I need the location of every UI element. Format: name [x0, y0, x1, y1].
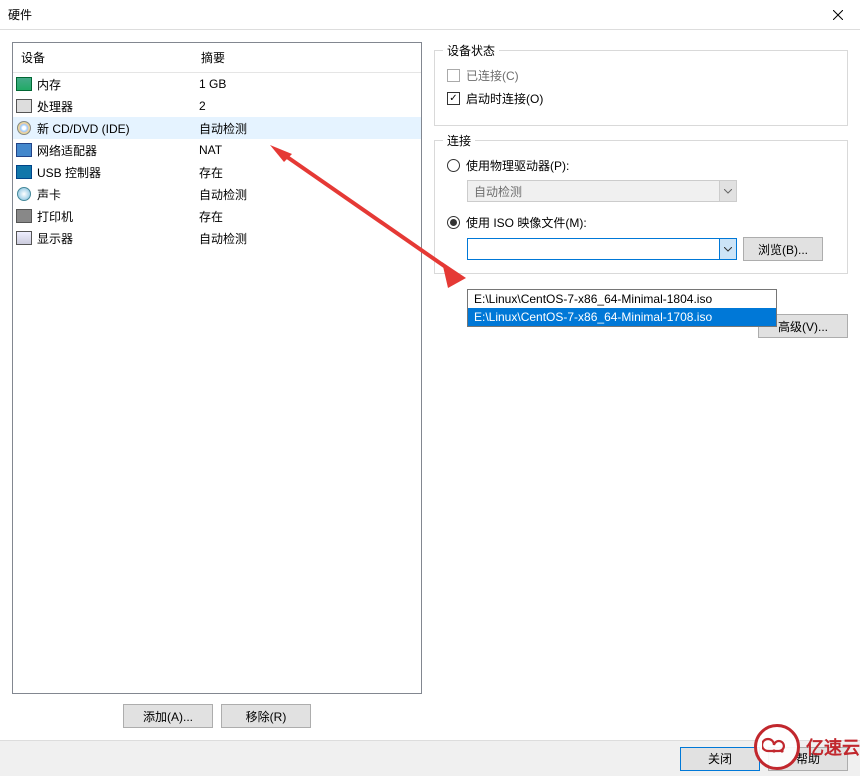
connect-poweron-checkbox-row[interactable]: ✓ 启动时连接(O) — [447, 90, 835, 107]
printer-icon — [16, 209, 32, 223]
titlebar: 硬件 — [0, 0, 860, 30]
memory-icon — [16, 77, 32, 91]
device-status-title: 设备状态 — [443, 42, 499, 59]
network-icon — [16, 143, 32, 157]
device-row-network[interactable]: 网络适配器 NAT — [13, 139, 421, 161]
device-row-usb[interactable]: USB 控制器 存在 — [13, 161, 421, 183]
close-button[interactable]: 关闭 — [680, 747, 760, 771]
connect-poweron-label: 启动时连接(O) — [466, 90, 543, 107]
use-physical-radio[interactable] — [447, 159, 460, 172]
physical-drive-combo-wrap: 自动检测 — [467, 180, 835, 202]
watermark-text: 亿速云 — [806, 734, 860, 760]
window-title: 硬件 — [8, 6, 32, 23]
dialog-footer: 关闭 帮助 — [0, 740, 860, 776]
dropdown-option-0[interactable]: E:\Linux\CentOS-7-x86_64-Minimal-1804.is… — [468, 290, 776, 308]
iso-row: 浏览(B)... — [467, 237, 835, 261]
use-physical-label: 使用物理驱动器(P): — [466, 157, 569, 174]
remove-device-button[interactable]: 移除(R) — [221, 704, 311, 728]
device-row-printer[interactable]: 打印机 存在 — [13, 205, 421, 227]
connection-group: 连接 使用物理驱动器(P): 自动检测 使用 ISO 映像文件(M): — [434, 140, 848, 274]
header-device[interactable]: 设备 — [13, 43, 193, 72]
left-panel: 设备 摘要 内存 1 GB 处理器 2 新 CD/DVD (IDE) 自动检测 … — [12, 42, 422, 728]
add-device-button[interactable]: 添加(A)... — [123, 704, 213, 728]
display-icon — [16, 231, 32, 245]
use-iso-label: 使用 ISO 映像文件(M): — [466, 214, 587, 231]
device-row-cpu[interactable]: 处理器 2 — [13, 95, 421, 117]
device-list-header: 设备 摘要 — [13, 43, 421, 73]
use-iso-radio[interactable] — [447, 216, 460, 229]
cpu-icon — [16, 99, 32, 113]
chevron-down-icon[interactable] — [719, 239, 736, 259]
connected-label: 已连接(C) — [466, 67, 519, 84]
watermark-logo-icon — [754, 724, 800, 770]
content-area: 设备 摘要 内存 1 GB 处理器 2 新 CD/DVD (IDE) 自动检测 … — [0, 30, 860, 740]
sound-icon — [17, 187, 31, 201]
device-row-display[interactable]: 显示器 自动检测 — [13, 227, 421, 249]
physical-drive-combo: 自动检测 — [467, 180, 737, 202]
browse-button[interactable]: 浏览(B)... — [743, 237, 823, 261]
close-icon — [833, 10, 843, 20]
connected-checkbox — [447, 69, 460, 82]
use-physical-radio-row[interactable]: 使用物理驱动器(P): — [447, 157, 835, 174]
device-status-group: 设备状态 已连接(C) ✓ 启动时连接(O) — [434, 50, 848, 126]
device-list: 设备 摘要 内存 1 GB 处理器 2 新 CD/DVD (IDE) 自动检测 … — [12, 42, 422, 694]
header-summary[interactable]: 摘要 — [193, 43, 421, 72]
chevron-down-icon — [719, 181, 736, 201]
iso-file-combo[interactable] — [467, 238, 737, 260]
usb-icon — [16, 165, 32, 179]
window-close-button[interactable] — [815, 0, 860, 30]
use-iso-radio-row[interactable]: 使用 ISO 映像文件(M): — [447, 214, 835, 231]
connect-poweron-checkbox[interactable]: ✓ — [447, 92, 460, 105]
connected-checkbox-row: 已连接(C) — [447, 67, 835, 84]
device-row-memory[interactable]: 内存 1 GB — [13, 73, 421, 95]
connection-title: 连接 — [443, 132, 475, 149]
right-panel: 设备状态 已连接(C) ✓ 启动时连接(O) 连接 使用物理驱动器(P): 自动… — [434, 42, 848, 728]
device-row-sound[interactable]: 声卡 自动检测 — [13, 183, 421, 205]
device-list-buttons: 添加(A)... 移除(R) — [12, 704, 422, 728]
device-row-cddvd[interactable]: 新 CD/DVD (IDE) 自动检测 — [13, 117, 421, 139]
watermark: 亿速云 — [754, 724, 860, 770]
cd-icon — [17, 121, 31, 135]
iso-dropdown-list[interactable]: E:\Linux\CentOS-7-x86_64-Minimal-1804.is… — [467, 289, 777, 327]
dropdown-option-1[interactable]: E:\Linux\CentOS-7-x86_64-Minimal-1708.is… — [468, 308, 776, 326]
